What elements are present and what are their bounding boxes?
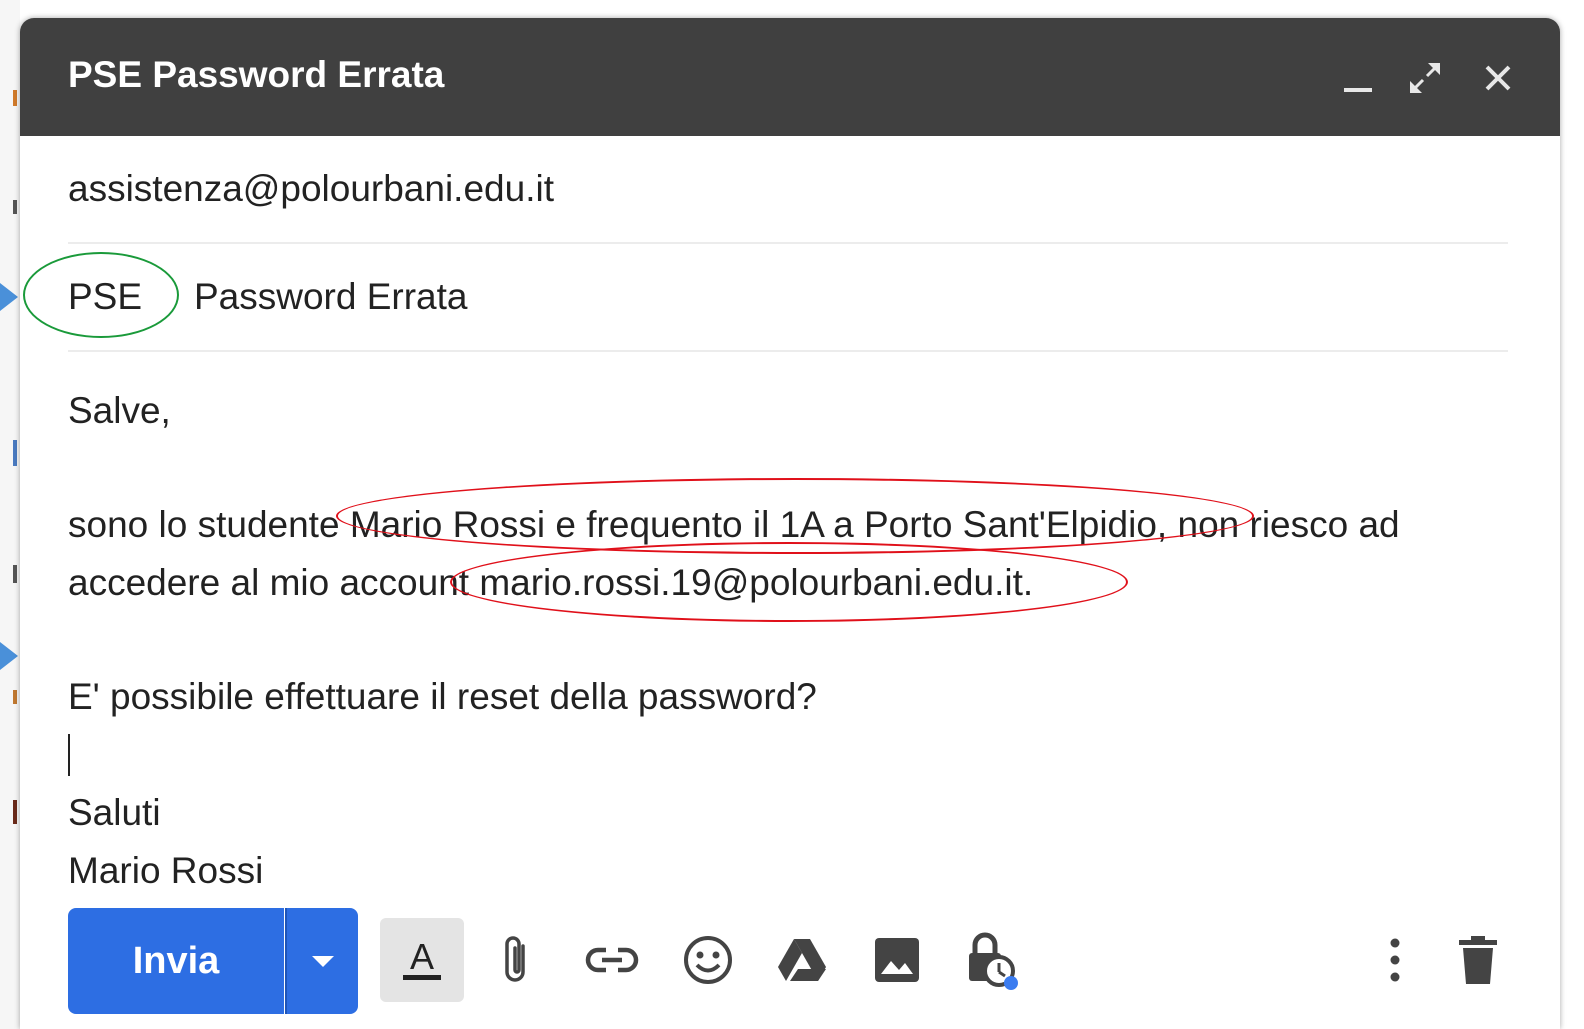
- body-question[interactable]: E' possibile effettuare il reset della p…: [68, 676, 817, 718]
- emoji-icon[interactable]: [666, 918, 750, 1002]
- text-cursor: [68, 734, 70, 776]
- svg-text:A: A: [410, 936, 434, 977]
- confidential-icon[interactable]: [950, 918, 1034, 1002]
- background-fragment: [13, 90, 17, 106]
- screenshot-stage: PSE Password Errata assistenza@polourban…: [0, 0, 1584, 1029]
- format-text-icon[interactable]: A: [380, 918, 464, 1002]
- chevron-down-icon: [311, 956, 334, 967]
- background-page-edge: [0, 0, 20, 1029]
- annotation-arrow: [0, 283, 18, 311]
- background-fragment: [13, 440, 17, 466]
- body-closing[interactable]: Saluti: [68, 792, 161, 834]
- compose-window: PSE Password Errata assistenza@polourban…: [20, 18, 1560, 1029]
- send-button[interactable]: Invia: [68, 908, 284, 1014]
- background-fragment: [13, 690, 17, 704]
- minimize-icon[interactable]: [1338, 58, 1378, 98]
- background-fragment: [13, 800, 17, 824]
- subject-prefix: PSE: [68, 276, 143, 317]
- more-options-icon[interactable]: [1353, 918, 1437, 1002]
- expand-icon[interactable]: [1405, 58, 1445, 98]
- link-icon[interactable]: [570, 918, 654, 1002]
- subject-text: Password Errata: [194, 276, 468, 317]
- delete-icon[interactable]: [1436, 918, 1520, 1002]
- background-fragment: [13, 565, 17, 583]
- subject-field[interactable]: PSE Password Errata: [68, 276, 1508, 352]
- background-fragment: [13, 200, 17, 214]
- compose-title: PSE Password Errata: [68, 54, 445, 95]
- body-line-1[interactable]: sono lo studente Mario Rossi e frequento…: [68, 504, 1400, 546]
- drive-icon[interactable]: [760, 918, 844, 1002]
- body-signature[interactable]: Mario Rossi: [68, 850, 263, 892]
- recipient-address: assistenza@polourbani.edu.it: [68, 168, 554, 209]
- body-greeting[interactable]: Salve,: [68, 390, 171, 432]
- attach-icon[interactable]: [475, 918, 559, 1002]
- recipients-field[interactable]: assistenza@polourbani.edu.it: [68, 168, 1508, 244]
- send-options-button[interactable]: [285, 908, 358, 1014]
- photo-icon[interactable]: [855, 918, 939, 1002]
- close-icon[interactable]: [1478, 58, 1518, 98]
- compose-titlebar: PSE Password Errata: [20, 18, 1560, 136]
- annotation-arrow: [0, 642, 18, 670]
- body-line-2[interactable]: accedere al mio account mario.rossi.19@p…: [68, 562, 1033, 604]
